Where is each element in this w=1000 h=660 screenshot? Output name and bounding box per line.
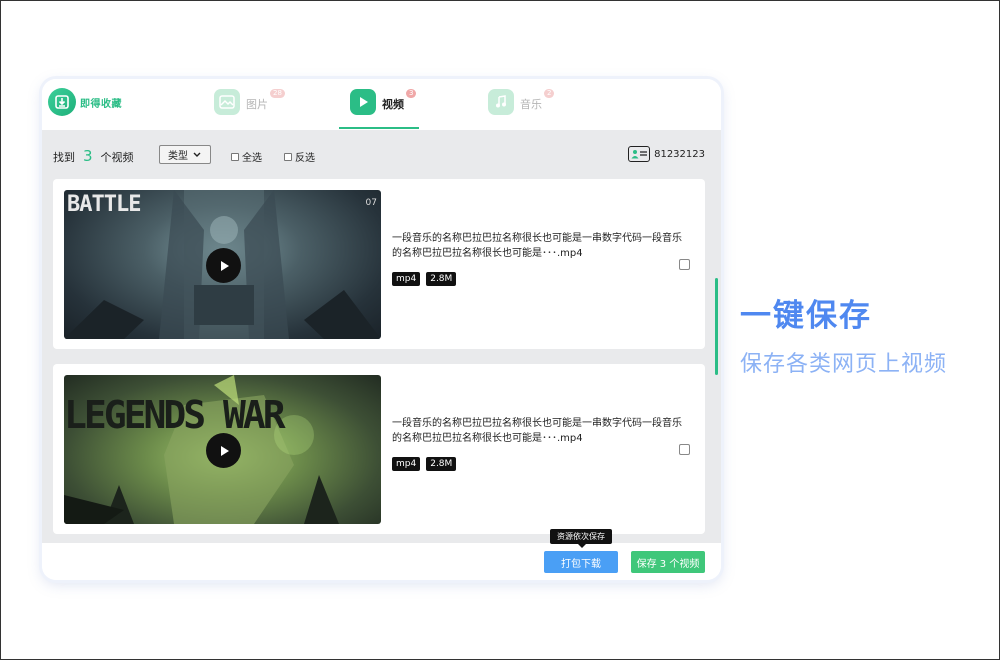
app-header: 即得收藏 图片 28 视频 3 音乐 2 — [42, 79, 721, 130]
app-window: 即得收藏 图片 28 视频 3 音乐 2 找到 3 个视频 类型 全选 反选 8… — [42, 79, 721, 580]
footer-bar: 打包下载 保存 3 个视频 — [42, 543, 721, 580]
play-button[interactable] — [206, 248, 241, 283]
found-count: 3 — [83, 147, 93, 165]
tab-badge: 3 — [406, 89, 417, 98]
promo-title: 一键保存 — [740, 298, 872, 334]
user-id-display[interactable]: 81232123 — [628, 146, 705, 162]
music-note-icon — [488, 89, 514, 115]
app-logo: 即得收藏 — [48, 88, 122, 116]
tab-label: 音乐 — [520, 98, 542, 111]
video-play-icon — [350, 89, 376, 115]
tab-label: 视频 — [382, 98, 404, 111]
download-logo-icon — [48, 88, 76, 116]
type-label: 类型 — [168, 151, 188, 162]
save-videos-button[interactable]: 保存 3 个视频 — [631, 551, 705, 573]
size-badge: 2.8M — [426, 457, 457, 471]
select-all-label: 全选 — [242, 153, 262, 164]
promo-subtitle: 保存各类网页上视频 — [740, 352, 948, 377]
video-thumbnail[interactable]: BATTLE 07 — [64, 190, 381, 339]
tab-badge: 28 — [270, 89, 285, 98]
video-list-item[interactable]: LEGENDS WAR 一段音乐的名称巴拉巴拉名称很长也可能是一串数字代码一段音… — [53, 364, 705, 534]
video-thumbnail[interactable]: LEGENDS WAR — [64, 375, 381, 524]
tab-label: 图片 — [246, 98, 268, 111]
video-select-checkbox[interactable] — [679, 444, 690, 455]
video-tags: mp4 2.8M — [392, 457, 462, 471]
video-select-checkbox[interactable] — [679, 259, 690, 270]
active-tab-indicator — [339, 127, 419, 129]
toolbar: 找到 3 个视频 类型 全选 反选 81232123 — [42, 130, 721, 178]
video-list-area: 找到 3 个视频 类型 全选 反选 81232123 BATTLE 07 一段音… — [42, 130, 721, 543]
type-filter-dropdown[interactable]: 类型 — [159, 145, 211, 164]
invert-select-label: 反选 — [295, 153, 315, 164]
tab-music[interactable]: 音乐 2 — [488, 89, 555, 130]
save-order-tooltip: 资源依次保存 — [550, 529, 612, 548]
select-all-checkbox[interactable]: 全选 — [231, 149, 262, 164]
format-badge: mp4 — [392, 457, 421, 471]
tab-images[interactable]: 图片 28 — [214, 89, 285, 130]
size-badge: 2.8M — [426, 272, 457, 286]
scrollbar-thumb[interactable] — [715, 278, 718, 375]
play-icon — [220, 445, 229, 456]
tab-videos[interactable]: 视频 3 — [350, 89, 417, 130]
video-title: 一段音乐的名称巴拉巴拉名称很长也可能是一串数字代码一段音乐的名称巴拉巴拉名称很长… — [392, 418, 682, 444]
play-icon — [220, 260, 229, 271]
user-id-text: 81232123 — [654, 148, 705, 160]
thumbnail-title-text: BATTLE — [67, 192, 141, 217]
video-title: 一段音乐的名称巴拉巴拉名称很长也可能是一串数字代码一段音乐的名称巴拉巴拉名称很长… — [392, 233, 682, 259]
checkbox-box[interactable] — [284, 152, 292, 161]
found-prefix: 找到 — [53, 151, 75, 164]
invert-select-checkbox[interactable]: 反选 — [284, 149, 315, 164]
video-tags: mp4 2.8M — [392, 272, 462, 286]
tab-badge: 2 — [544, 89, 555, 98]
found-suffix: 个视频 — [100, 151, 134, 164]
image-icon — [214, 89, 240, 115]
user-card-icon — [628, 146, 651, 162]
logo-text: 即得收藏 — [80, 98, 122, 110]
play-button[interactable] — [206, 433, 241, 468]
thumbnail-title-text: LEGENDS WAR — [64, 393, 286, 437]
video-list-item[interactable]: BATTLE 07 一段音乐的名称巴拉巴拉名称很长也可能是一串数字代码一段音乐的… — [53, 179, 705, 349]
checkbox-box[interactable] — [231, 152, 239, 161]
chevron-down-icon — [193, 152, 201, 157]
found-count-text: 找到 3 个视频 — [53, 147, 134, 165]
pack-download-button[interactable]: 打包下载 — [544, 551, 618, 573]
format-badge: mp4 — [392, 272, 421, 286]
thumbnail-tag-text: 07 — [365, 198, 377, 208]
